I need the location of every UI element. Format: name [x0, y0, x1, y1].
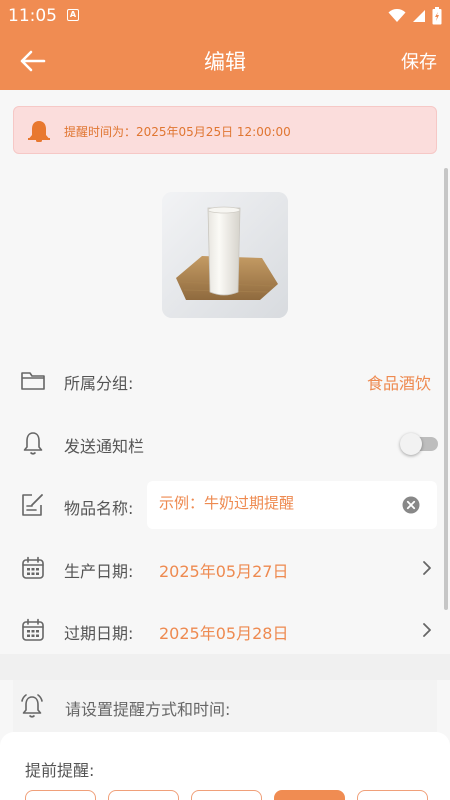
alarm-ringing-icon: [21, 694, 43, 718]
toggle-knob: [400, 433, 422, 455]
notify-label: 发送通知栏: [64, 437, 145, 456]
clear-input-icon[interactable]: [402, 496, 420, 514]
production-date-value: 2025年05月27日: [159, 562, 289, 581]
chevron-right-icon: [423, 561, 431, 575]
calendar-icon: [22, 556, 44, 579]
wifi-icon: [388, 9, 406, 22]
item-photo[interactable]: [162, 192, 288, 318]
group-label: 所属分组:: [64, 374, 134, 393]
page-title: 编辑: [204, 50, 246, 74]
advance-option-chip[interactable]: [25, 790, 96, 800]
edit-note-icon: [22, 494, 43, 516]
section-divider: [0, 654, 450, 680]
advance-option-list: [25, 790, 428, 800]
group-value[interactable]: 食品酒饮: [367, 370, 431, 394]
chevron-right-icon: [423, 623, 431, 637]
battery-icon: [432, 7, 442, 25]
reminder-time-notice: 提醒时间为：2025年05月25日 12:00:00: [13, 106, 437, 154]
item-name-field[interactable]: [147, 481, 437, 529]
advance-reminder-sheet: 提前提醒:: [0, 732, 450, 800]
advance-reminder-label: 提前提醒:: [25, 761, 95, 780]
notice-text: 提醒时间为：2025年05月25日 12:00:00: [64, 125, 291, 139]
system-icons: [388, 7, 442, 25]
advance-option-chip[interactable]: [108, 790, 179, 800]
production-date-label: 生产日期:: [64, 562, 134, 581]
advance-option-chip[interactable]: [357, 790, 428, 800]
item-name-input[interactable]: [159, 494, 399, 512]
expiry-date-label: 过期日期:: [64, 624, 134, 643]
alarm-bell-icon: [28, 121, 50, 142]
group-row[interactable]: 所属分组: 食品酒饮: [0, 350, 444, 410]
notify-toggle[interactable]: [400, 433, 442, 455]
calendar-icon: [22, 618, 44, 641]
advance-option-chip[interactable]: [191, 790, 262, 800]
save-button[interactable]: 保存: [401, 48, 437, 74]
advance-option-chip-selected[interactable]: [274, 790, 345, 800]
status-time: 11:05: [8, 6, 57, 26]
signal-icon: [413, 10, 425, 22]
expiry-date-value: 2025年05月28日: [159, 624, 289, 643]
scrollbar-thumb[interactable]: [444, 168, 448, 610]
reminder-setting-card[interactable]: 请设置提醒方式和时间:: [13, 680, 437, 732]
milk-glass-image: [162, 192, 288, 318]
folder-icon: [21, 372, 45, 390]
name-label: 物品名称:: [64, 499, 134, 518]
reminder-setting-label: 请设置提醒方式和时间:: [65, 700, 231, 719]
app-bar: 编辑 保存: [0, 32, 450, 90]
notify-row: 发送通知栏: [0, 413, 444, 473]
production-date-row[interactable]: 生产日期: 2025年05月27日: [0, 538, 444, 598]
notification-a-icon: A: [67, 9, 79, 21]
bell-icon: [23, 432, 43, 455]
expiry-date-row[interactable]: 过期日期: 2025年05月28日: [0, 600, 444, 660]
status-bar: 11:05 A: [0, 0, 450, 32]
